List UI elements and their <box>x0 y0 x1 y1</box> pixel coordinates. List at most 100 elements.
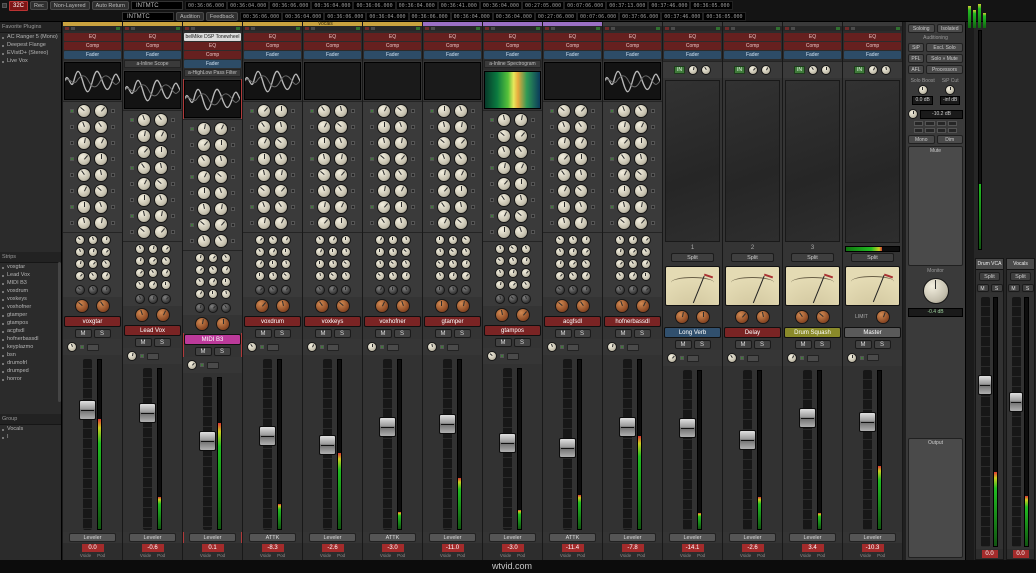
mute-button[interactable]: M <box>1007 284 1020 292</box>
processor-slot[interactable]: EQ <box>244 33 301 41</box>
mono-button[interactable]: Mono <box>908 135 935 144</box>
eq-knob[interactable] <box>137 145 151 159</box>
send-knob[interactable] <box>74 271 85 281</box>
trim-knob[interactable] <box>74 285 85 295</box>
send-knob[interactable] <box>327 247 338 257</box>
timecode-display[interactable]: 00:37:06.000 <box>619 12 662 21</box>
dark-display[interactable] <box>424 62 481 100</box>
eq-knob[interactable] <box>574 200 588 214</box>
group-tab-label[interactable]: Vocals <box>318 22 333 27</box>
knob-button[interactable] <box>370 109 374 113</box>
processor-slot[interactable]: Comp <box>544 42 601 50</box>
eq-knob[interactable] <box>94 136 108 150</box>
eq-knob[interactable] <box>394 216 408 230</box>
timecode-display[interactable]: 00:37:46.000 <box>648 1 691 10</box>
knob-button[interactable] <box>171 182 175 186</box>
timecode-display[interactable]: 00:36:04.000 <box>227 1 270 10</box>
knob-button[interactable] <box>190 223 194 227</box>
eq-knob[interactable] <box>557 120 571 134</box>
send-knob[interactable] <box>207 289 218 299</box>
eq-knob[interactable] <box>214 170 228 184</box>
eq-knob[interactable] <box>317 200 331 214</box>
input-button[interactable] <box>867 354 879 361</box>
knob-button[interactable] <box>370 125 374 129</box>
knob-button[interactable] <box>291 205 295 209</box>
send-knob[interactable] <box>280 259 291 269</box>
eq-knob[interactable] <box>617 152 631 166</box>
fader-track[interactable] <box>439 359 456 530</box>
input-trim-knob[interactable] <box>487 351 497 361</box>
eq-knob[interactable] <box>497 225 511 239</box>
pan-knob[interactable] <box>374 299 389 313</box>
sip-cut-knob[interactable] <box>945 85 956 95</box>
input-chip[interactable] <box>371 27 375 30</box>
timecode-display[interactable]: 00:36:06.000 <box>269 1 312 10</box>
knob-button[interactable] <box>651 125 655 129</box>
input-trim-knob[interactable] <box>727 353 737 363</box>
mute-button[interactable]: M <box>194 347 212 356</box>
eq-knob[interactable] <box>454 152 468 166</box>
track-name-button[interactable]: Long Verb <box>664 327 721 338</box>
eq-knob[interactable] <box>437 104 451 118</box>
processor-slot[interactable]: Fader <box>424 51 481 59</box>
eq-knob[interactable] <box>154 177 168 191</box>
eq-knob[interactable] <box>77 152 91 166</box>
processor-slot[interactable]: Fader <box>544 51 601 59</box>
eq-knob[interactable] <box>317 136 331 150</box>
knob-button[interactable] <box>531 134 535 138</box>
waveform-display[interactable] <box>604 62 661 100</box>
input-trim-knob[interactable] <box>847 352 857 363</box>
send-knob[interactable] <box>640 235 651 245</box>
input-trim-knob[interactable] <box>607 342 617 352</box>
eq-knob[interactable] <box>557 168 571 182</box>
rec-chip[interactable] <box>725 27 729 30</box>
solo-button[interactable]: S <box>1021 284 1034 292</box>
send-knob[interactable] <box>374 235 385 245</box>
send-knob[interactable] <box>74 259 85 269</box>
processor-slot[interactable]: Fader <box>124 51 181 59</box>
send-knob[interactable] <box>100 271 111 281</box>
send-knob[interactable] <box>434 235 445 245</box>
input-chip[interactable] <box>731 27 735 30</box>
send-knob[interactable] <box>147 244 158 254</box>
isolated-indicator[interactable]: Isolated <box>936 24 963 33</box>
send-knob[interactable] <box>374 271 385 281</box>
knob-button[interactable] <box>411 205 415 209</box>
knob-button[interactable] <box>651 205 655 209</box>
send-knob[interactable] <box>327 259 338 269</box>
trim-knob[interactable] <box>87 285 98 295</box>
send-knob[interactable] <box>627 271 638 281</box>
eq-knob[interactable] <box>317 152 331 166</box>
send-knob[interactable] <box>87 271 98 281</box>
send-knob[interactable] <box>194 289 205 299</box>
eq-knob[interactable] <box>394 168 408 182</box>
track-name-button[interactable]: voxdrum <box>244 316 301 327</box>
send-knob[interactable] <box>147 280 158 290</box>
input-button[interactable] <box>507 352 519 360</box>
excl-solo-button[interactable]: Excl. Solo <box>926 43 963 52</box>
pan-knob[interactable] <box>756 310 771 324</box>
input-trim-knob[interactable] <box>547 342 557 352</box>
knob-button[interactable] <box>651 189 655 193</box>
eq-knob[interactable] <box>634 216 648 230</box>
input-trim-knob[interactable] <box>247 342 257 352</box>
timecode-display[interactable]: 00:07:06.000 <box>564 1 607 10</box>
dark-display[interactable] <box>364 62 421 100</box>
knob-button[interactable] <box>430 189 434 193</box>
fader-track[interactable] <box>559 359 576 530</box>
phase-button[interactable] <box>680 356 684 360</box>
eq-knob[interactable] <box>574 216 588 230</box>
fader-handle[interactable] <box>978 374 992 395</box>
send-knob[interactable] <box>434 259 445 269</box>
knob-button[interactable] <box>471 157 475 161</box>
trim-knob[interactable] <box>400 285 411 295</box>
rec-chip[interactable] <box>305 27 309 30</box>
strip-list-item[interactable]: hofnerbassdl <box>0 335 61 343</box>
eq-knob[interactable] <box>437 168 451 182</box>
eq-knob[interactable] <box>634 200 648 214</box>
knob-button[interactable] <box>550 189 554 193</box>
processor-slot[interactable]: EQ <box>844 33 901 41</box>
knob-button[interactable] <box>250 125 254 129</box>
phase-button[interactable] <box>800 356 804 360</box>
trim-knob[interactable] <box>627 285 638 295</box>
